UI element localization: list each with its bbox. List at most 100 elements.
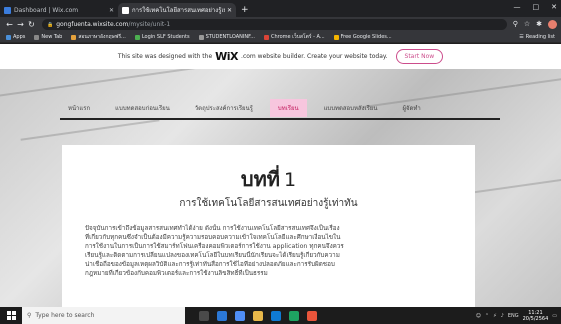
bookmark-label: New Tab — [41, 34, 63, 40]
bookmark-label: STUDENTLOANINF... — [205, 34, 255, 40]
store-icon[interactable] — [271, 310, 281, 321]
reading-list[interactable]: ☰ Reading list — [519, 34, 555, 40]
start-now-button[interactable]: Start Now — [395, 49, 444, 64]
search-placeholder: Type here to search — [35, 312, 95, 319]
bookmark-label: Apps — [13, 34, 26, 40]
windows-logo-icon — [6, 311, 16, 320]
body-line: กฎหมายที่เกี่ยวข้องกับคอมพิวเตอร์และการใ… — [85, 270, 268, 277]
wix-logo[interactable]: WiX — [215, 50, 238, 63]
powerpoint-icon[interactable] — [307, 310, 317, 321]
bookmarks-bar: Apps New Tab สอนภาษาอังกฤษฟรี... Login S… — [0, 32, 561, 43]
nav-home[interactable]: หน้าแรก — [60, 99, 98, 117]
tab-label: การใช้เทคโนโลยีสารสนเทศอย่างรู้เท่าทัน — [132, 7, 225, 14]
lesson-title: การใช้เทคโนโลยีสารสนเทศอย่างรู้เท่าทัน — [179, 198, 358, 209]
language-indicator[interactable]: ENG — [508, 313, 519, 319]
taskbar-search[interactable]: ⚲ Type here to search — [22, 307, 185, 324]
clock[interactable]: 11:21 20/5/2564 — [523, 310, 549, 322]
slides-icon — [333, 34, 339, 40]
reload-icon[interactable]: ↻ — [26, 20, 37, 29]
wix-text-after: .com website builder. Create your websit… — [241, 53, 388, 60]
tab-wix-dashboard[interactable]: Dashboard | Wix.com ✕ — [0, 3, 118, 17]
reading-list-label: Reading list — [525, 34, 555, 40]
chevron-up-icon[interactable]: ⌃ — [485, 313, 489, 319]
chrome-icon[interactable] — [289, 310, 299, 321]
body-line: การใช้งานในการเป็นการใช้สมาร์ทโฟนเครื่อง… — [85, 243, 344, 250]
address-bar[interactable]: 🔒 gongfuenta.wixsite.com /mysite/unit-1 — [42, 19, 507, 30]
body-line: เรียนรู้และติดตามการเปลี่ยนแปลงของเทคโนโ… — [85, 252, 340, 259]
windows-taskbar: ⚲ Type here to search ☺ ⌃ ⚡ ♪ ENG 11:21 … — [0, 307, 561, 324]
body-line: ที่เกี่ยวกับทุกคนซึ่งจำเป็นต้องมีความรู้… — [85, 234, 341, 241]
taskbar-apps — [199, 310, 317, 321]
lesson-body: ปัจจุบันการเข้าถึงข้อมูลสารสนเทศทำได้ง่า… — [85, 224, 455, 278]
bookmark-favicon-icon — [71, 34, 77, 40]
avatar[interactable] — [548, 20, 557, 29]
lock-icon: 🔒 — [47, 21, 54, 28]
browser-toolbar: ← → ↻ 🔒 gongfuenta.wixsite.com /mysite/u… — [0, 17, 561, 32]
tab-lesson[interactable]: การใช้เทคโนโลยีสารสนเทศอย่างรู้เท่าทัน ✕ — [118, 3, 236, 17]
bookmark-label: Login SLF Students — [141, 34, 190, 40]
chrome-icon — [263, 34, 269, 40]
close-icon[interactable]: ✕ — [109, 7, 114, 14]
body-line: น่าเชื่อถือของข้อมูลเหตุผลวิบัติและการรู… — [85, 261, 335, 268]
bookmark-label: สอนภาษาอังกฤษฟรี... — [78, 34, 126, 40]
bookmark-favicon-icon — [198, 34, 204, 40]
toolbar-icons: ⚲ ☆ ✱ — [513, 20, 557, 29]
bookmark-new-tab[interactable]: New Tab — [34, 34, 62, 40]
tab-label: Dashboard | Wix.com — [14, 6, 79, 14]
bookmark-label: Free Google Slides... — [340, 34, 392, 40]
minimize-button[interactable]: — — [514, 3, 521, 11]
body-line: ปัจจุบันการเข้าถึงข้อมูลสารสนเทศทำได้ง่า… — [85, 225, 340, 232]
network-icon[interactable]: ⚡ — [493, 313, 497, 319]
window-controls: — □ ✕ — [514, 3, 558, 11]
zoom-icon[interactable]: ⚲ — [513, 20, 518, 29]
nav-pretest[interactable]: แบบทดสอบก่อนเรียน — [107, 99, 178, 117]
start-button[interactable] — [0, 307, 22, 324]
wix-banner-text: This site was designed with the WiX .com… — [118, 50, 388, 63]
bookmark-google-slides[interactable]: Free Google Slides... — [333, 34, 392, 40]
mail-icon[interactable] — [235, 310, 245, 321]
apps-grid-icon — [6, 34, 11, 40]
site-favicon-icon — [122, 6, 129, 14]
nav-objectives[interactable]: วัตถุประสงค์การเรียนรู้ — [187, 99, 261, 117]
url-path: /mysite/unit-1 — [128, 21, 171, 28]
chapter-word: บทที่ — [240, 167, 280, 191]
nav-authors[interactable]: ผู้จัดทำ — [394, 99, 428, 117]
volume-icon[interactable]: ♪ — [501, 313, 504, 319]
bookmark-star-icon[interactable]: ☆ — [524, 20, 530, 29]
folder-icon[interactable] — [253, 310, 263, 321]
maximize-button[interactable]: □ — [533, 3, 540, 11]
taskbar-app-icon[interactable] — [217, 310, 227, 321]
bookmark-english[interactable]: สอนภาษาอังกฤษฟรี... — [71, 33, 126, 41]
bookmark-favicon-icon — [134, 34, 140, 40]
wix-promo-banner: This site was designed with the WiX .com… — [0, 44, 561, 69]
bookmark-slf[interactable]: Login SLF Students — [134, 34, 190, 40]
notifications-icon[interactable]: ▭ — [552, 313, 557, 319]
background-streak — [0, 69, 239, 100]
bookmark-studentloan[interactable]: STUDENTLOANINF... — [198, 34, 255, 40]
extensions-icon[interactable]: ✱ — [536, 20, 542, 29]
nav-lessons[interactable]: บทเรียน — [269, 99, 307, 117]
new-tab-button[interactable]: + — [241, 5, 249, 15]
chapter-heading: บทที่ 1 — [62, 163, 475, 195]
browser-tab-strip: Dashboard | Wix.com ✕ การใช้เทคโนโลยีสาร… — [0, 0, 561, 17]
people-icon[interactable]: ☺ — [476, 313, 481, 319]
wix-text-before: This site was designed with the — [117, 53, 213, 60]
chapter-number: 1 — [283, 169, 297, 191]
forward-icon[interactable]: → — [15, 20, 26, 29]
lesson-card: บทที่ 1 การใช้เทคโนโลยีสารสนเทศอย่างรู้เท… — [62, 145, 475, 307]
close-icon[interactable]: ✕ — [227, 7, 232, 14]
task-view-icon[interactable] — [199, 310, 209, 321]
back-icon[interactable]: ← — [4, 20, 15, 29]
reading-list-icon: ☰ — [519, 34, 524, 40]
system-tray: ☺ ⌃ ⚡ ♪ ENG 11:21 20/5/2564 ▭ — [476, 310, 561, 322]
bookmark-chrome-store[interactable]: Chrome เว็บสโตร์ - A... — [263, 33, 325, 41]
nav-posttest[interactable]: แบบทดสอบหลังเรียน — [316, 99, 386, 117]
close-window-button[interactable]: ✕ — [551, 3, 557, 11]
wix-favicon-icon — [4, 6, 11, 14]
clock-date: 20/5/2564 — [522, 315, 549, 322]
bookmark-apps[interactable]: Apps — [6, 34, 25, 40]
search-icon: ⚲ — [27, 312, 32, 319]
site-page: หน้าแรก แบบทดสอบก่อนเรียน วัตถุประสงค์กา… — [0, 69, 561, 307]
site-nav: หน้าแรก แบบทดสอบก่อนเรียน วัตถุประสงค์กา… — [60, 98, 500, 120]
url-host: gongfuenta.wixsite.com — [56, 21, 129, 28]
